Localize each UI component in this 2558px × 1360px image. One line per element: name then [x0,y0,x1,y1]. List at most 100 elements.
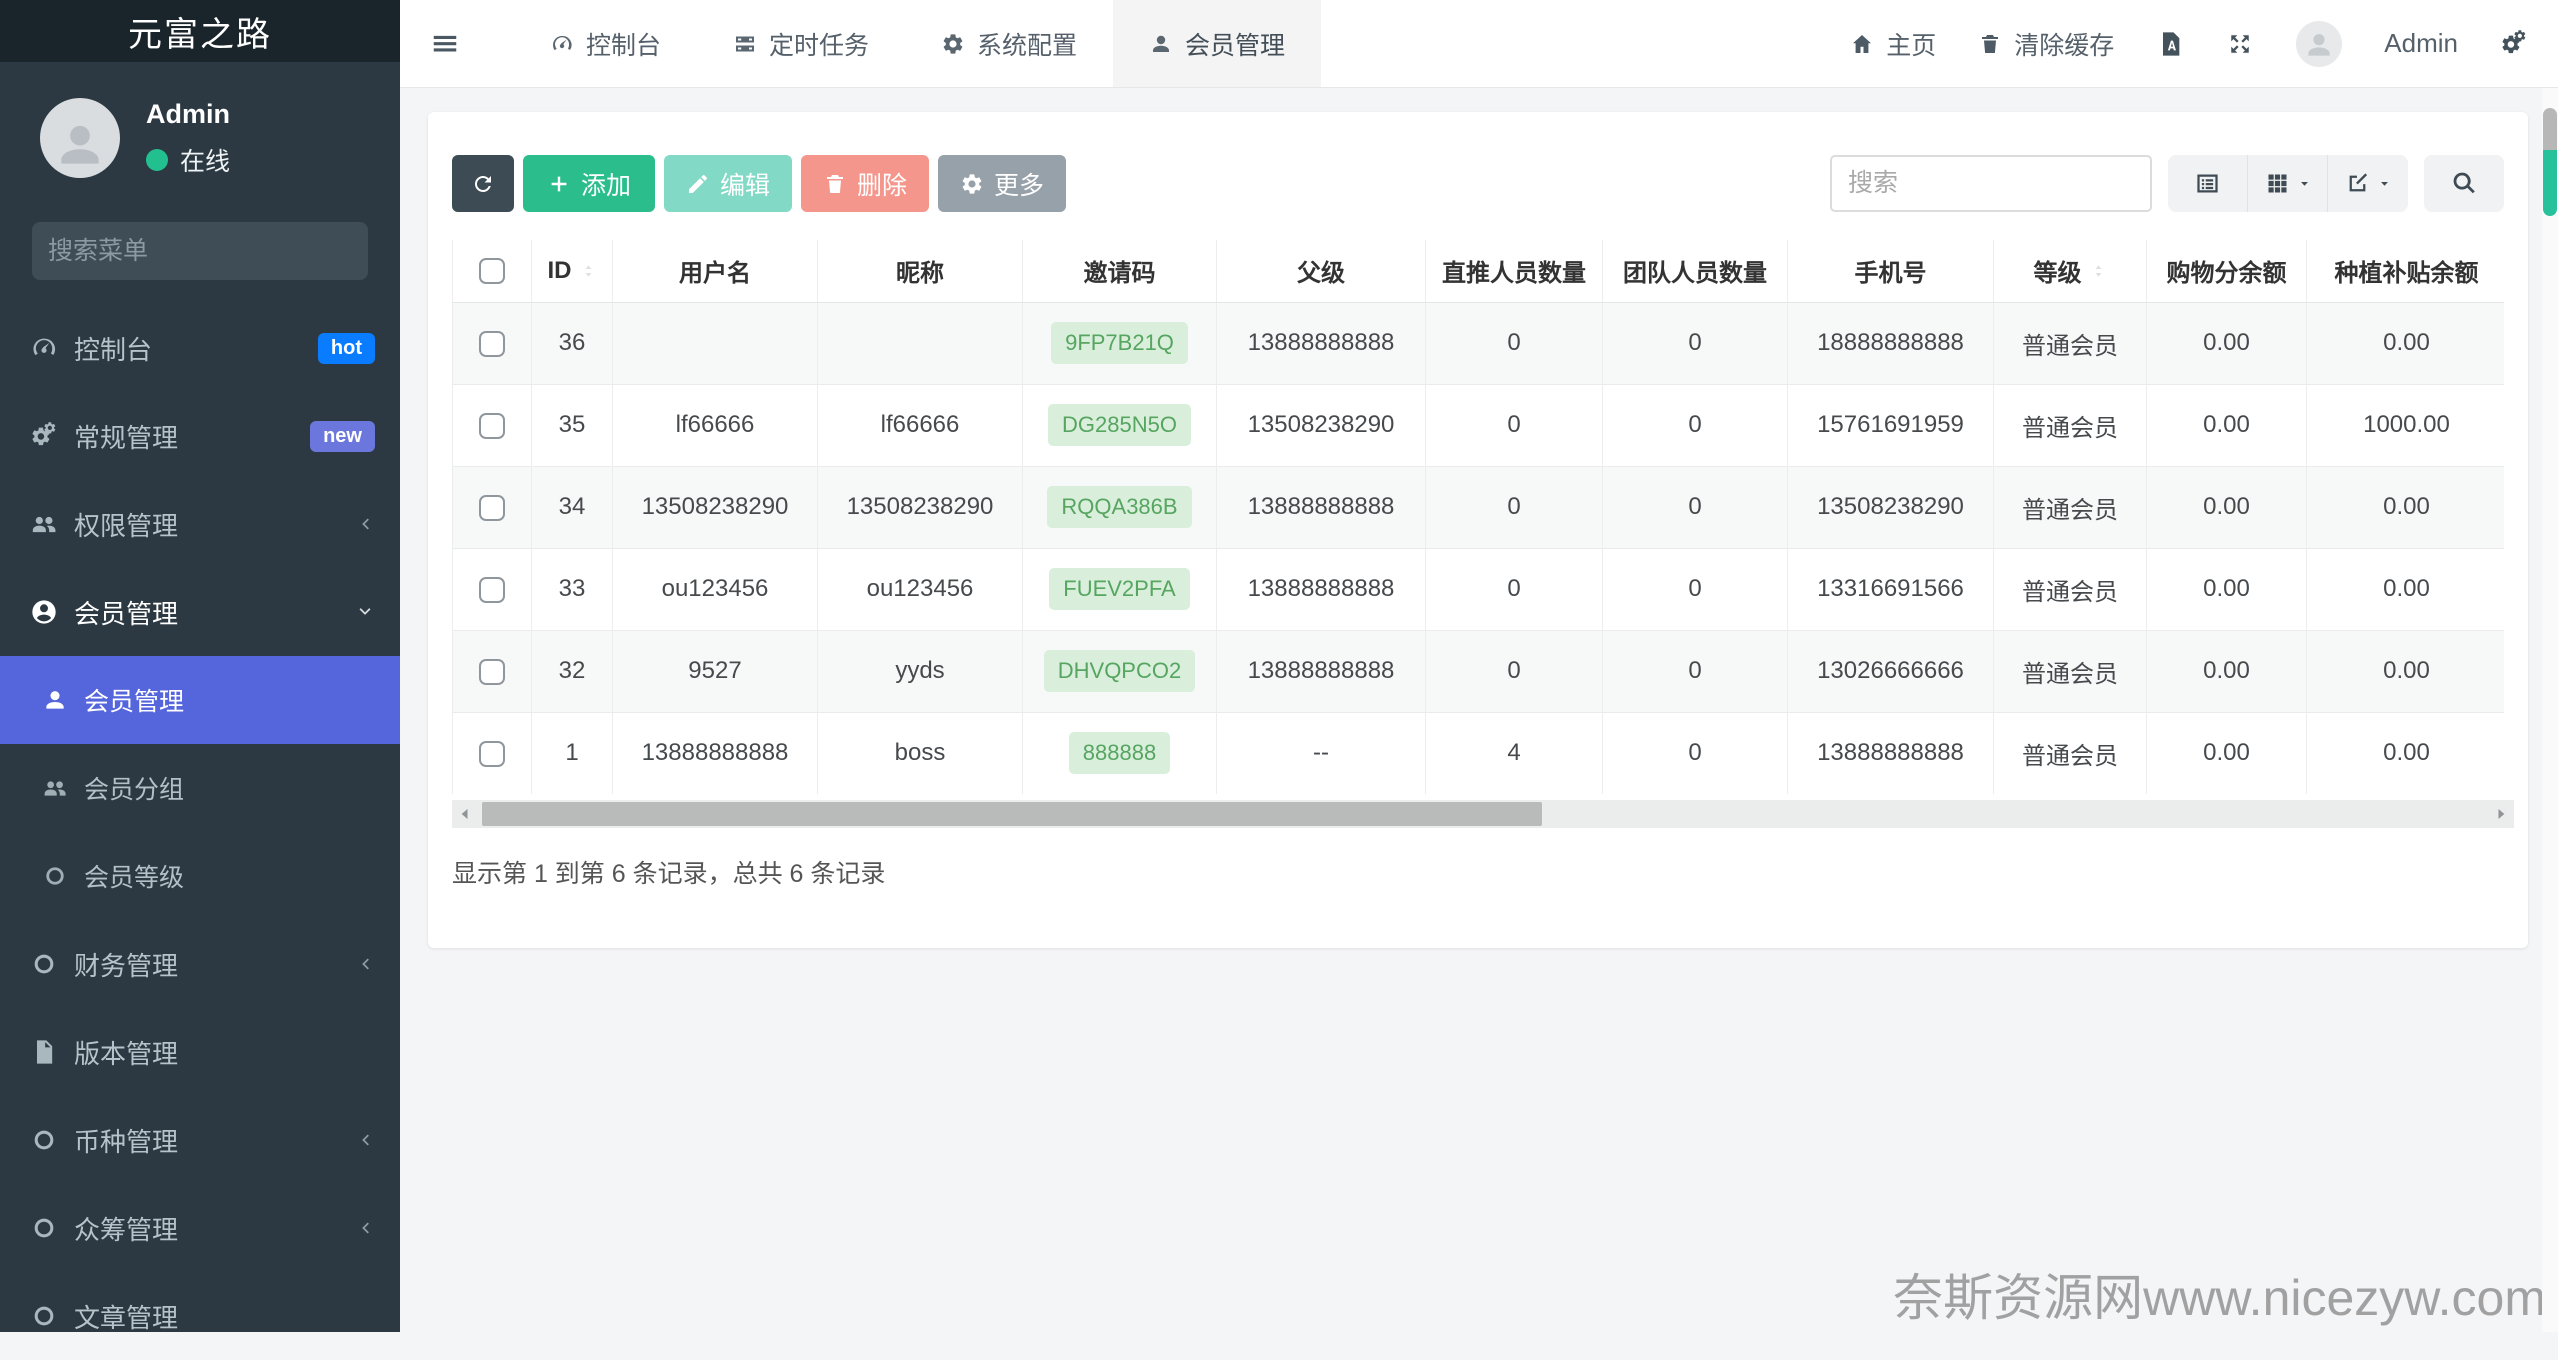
fullscreen-icon[interactable] [2226,30,2254,58]
tab-scheduled-tasks[interactable]: 定时任务 [697,0,905,87]
export-dropdown-button[interactable] [2328,155,2408,212]
horizontal-scrollbar-thumb[interactable] [482,802,1542,826]
sidebar-subitem-member-levels[interactable]: 会员等级 [0,832,400,920]
column-header-level[interactable]: 等级 [1993,240,2147,303]
select-all-checkbox[interactable] [479,258,505,285]
member-table: ID 用户名 昵称 邀请码 父级 直推人员数量 团队人员数量 手机号 等级 购物… [452,240,2504,794]
cell-phone: 18888888888 [1787,302,1994,385]
search-icon [2450,169,2479,198]
cell-nickname [817,302,1023,385]
file-icon [30,1038,58,1066]
user-icon [52,117,108,173]
columns-dropdown-button[interactable] [2248,155,2328,212]
page-scrollbar[interactable] [2542,88,2558,1332]
table-search-input[interactable] [1830,155,2152,212]
cell-subsidy-balance: 0.00 [2306,466,2504,549]
sidebar-search [32,222,370,280]
refresh-button[interactable] [452,155,514,212]
circle-icon [30,1126,58,1154]
table-body: 36 9FP7B21Q 13888888888 0 0 18888888888 普通会员 0.… [452,302,2504,794]
page-scrollbar-thumb[interactable] [2543,108,2557,150]
chevron-left-icon [355,954,375,974]
row-checkbox[interactable] [479,330,505,357]
table-row: 35 lf66666 lf66666 DG285N5O 13508238290 0 0 157… [452,384,2504,467]
row-checkbox[interactable] [479,494,505,521]
sidebar-item-versions[interactable]: 版本管理 [0,1008,400,1096]
home-link[interactable]: 主页 [1850,26,1936,62]
gear-icon [960,172,984,196]
sidebar-search-input[interactable] [48,236,370,266]
cell-direct-count: 0 [1425,384,1603,467]
user-icon [42,687,68,713]
delete-button[interactable]: 删除 [801,155,930,212]
cell-parent: 13508238290 [1216,384,1426,467]
clear-cache-button[interactable]: 清除缓存 [1978,26,2114,62]
navbar-right: 主页 清除缓存 Admin [1850,0,2558,87]
sort-icon [2090,260,2107,282]
sidebar-item-currencies[interactable]: 币种管理 [0,1096,400,1184]
navbar-username[interactable]: Admin [2384,28,2458,59]
edit-button[interactable]: 编辑 [664,155,793,212]
sidebar: 元富之路 Admin 在线 控制台 hot 常规管理 new 权 [0,0,400,1333]
cell-nickname: 13508238290 [817,466,1023,549]
detail-view-button[interactable] [2168,155,2248,212]
scroll-right-icon[interactable] [2491,804,2511,824]
column-header-shopping-balance: 购物分余额 [2146,240,2307,303]
row-checkbox[interactable] [479,740,505,767]
sidebar-item-members[interactable]: 会员管理 [0,568,400,656]
row-checkbox[interactable] [479,576,505,603]
cell-team-count: 0 [1602,302,1788,385]
sidebar-item-general[interactable]: 常规管理 new [0,392,400,480]
tab-console[interactable]: 控制台 [514,0,697,87]
tab-member-management[interactable]: 会员管理 [1113,0,1322,87]
more-label: 更多 [994,171,1045,200]
add-button[interactable]: 添加 [523,155,656,212]
sidebar-item-label: 常规管理 [74,422,179,453]
scroll-left-icon[interactable] [455,804,475,824]
edit-label: 编辑 [720,171,771,200]
sidebar-item-crowdfunding[interactable]: 众筹管理 [0,1184,400,1272]
cell-shopping-balance: 0.00 [2146,630,2307,713]
cell-nickname: yyds [817,630,1023,713]
sidebar-subitem-member-list[interactable]: 会员管理 [0,656,400,744]
cell-team-count: 0 [1602,630,1788,713]
tab-label: 控制台 [586,31,662,60]
record-summary: 显示第 1 到第 6 条记录，总共 6 条记录 [452,860,886,888]
tab-system-config[interactable]: 系统配置 [905,0,1113,87]
search-button[interactable] [2424,155,2504,212]
invite-code-badge: RQQA386B [1047,486,1192,528]
table-view-buttons [2168,155,2408,212]
users-icon [42,775,68,801]
sidebar-item-articles[interactable]: 文章管理 [0,1272,400,1360]
column-header-subsidy-balance: 种植补贴余额 [2306,240,2504,303]
row-checkbox[interactable] [479,412,505,439]
sidebar-item-console[interactable]: 控制台 hot [0,304,400,392]
language-icon[interactable] [2156,30,2184,58]
column-header-id[interactable]: ID [531,240,613,303]
sidebar-toggle-button[interactable] [400,0,490,87]
cell-username: 13888888888 [612,712,818,794]
user-panel: Admin 在线 [40,98,230,178]
sidebar-item-label: 会员分组 [84,776,185,804]
more-button[interactable]: 更多 [938,155,1067,212]
settings-cogs-icon[interactable] [2500,29,2528,58]
circle-icon [30,1214,58,1242]
table-row: 36 9FP7B21Q 13888888888 0 0 18888888888 普通会员 0.… [452,302,2504,385]
cell-phone: 13026666666 [1787,630,1994,713]
watermark: 奈斯资源网www.nicezyw.com [1893,1270,2546,1326]
avatar[interactable] [2296,20,2343,67]
cell-id: 36 [531,302,613,385]
cell-phone: 13316691566 [1787,548,1994,631]
sidebar-item-permissions[interactable]: 权限管理 [0,480,400,568]
row-checkbox[interactable] [479,658,505,685]
cell-team-count: 0 [1602,466,1788,549]
sidebar-subitem-member-groups[interactable]: 会员分组 [0,744,400,832]
horizontal-scrollbar[interactable] [452,800,2514,828]
sidebar-item-finance[interactable]: 财务管理 [0,920,400,1008]
cell-direct-count: 4 [1425,712,1603,794]
chevron-left-icon [355,1218,375,1238]
page-scrollbar-thumb-accent[interactable] [2543,150,2557,216]
plus-icon [547,172,571,196]
column-header-phone: 手机号 [1787,240,1994,303]
cell-shopping-balance: 0.00 [2146,302,2307,385]
